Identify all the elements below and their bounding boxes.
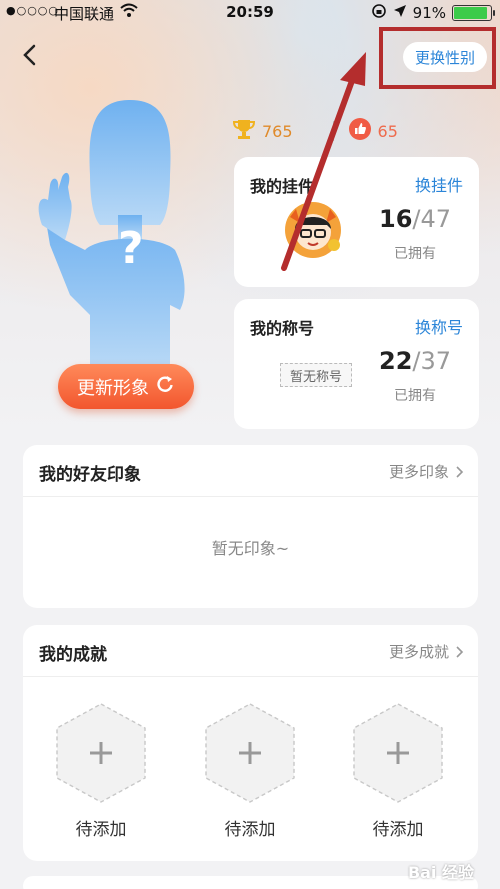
back-button[interactable] — [18, 40, 42, 70]
more-achievements-link[interactable]: 更多成就 — [389, 641, 464, 662]
achievements-card: 我的成就 更多成就 待添加 待添加 待添加 — [23, 625, 478, 861]
achievement-slot-1-label: 待添加 — [75, 820, 127, 840]
add-hexagon-icon — [56, 703, 146, 803]
title-card: 我的称号 换称号 暂无称号 22/37 已拥有 — [234, 299, 479, 429]
stats-divider — [332, 121, 334, 141]
more-achievements-label: 更多成就 — [388, 643, 449, 661]
pendant-avatar[interactable] — [282, 199, 344, 261]
battery-percent: 91% — [412, 4, 446, 22]
refresh-icon — [155, 374, 175, 399]
title-total: /37 — [412, 347, 452, 375]
chevron-right-icon — [456, 645, 464, 658]
impressions-empty-text: 暂无印象~ — [211, 539, 290, 558]
trophy-count: 765 — [262, 121, 293, 141]
achievement-slot-3-label: 待添加 — [372, 820, 424, 840]
no-title-placeholder: 暂无称号 — [280, 363, 352, 387]
impressions-title: 我的好友印象 — [39, 465, 141, 485]
more-impressions-link[interactable]: 更多印象 — [389, 461, 464, 482]
annotation-highlight-box — [379, 27, 496, 89]
achievements-title: 我的成就 — [39, 645, 107, 665]
chevron-right-icon — [456, 465, 464, 478]
pendant-total: /47 — [412, 205, 452, 233]
thumbs-up-icon — [348, 117, 372, 145]
achievement-slot-3[interactable] — [350, 701, 446, 805]
chevron-left-icon — [23, 44, 36, 66]
watermark: Bai 经验 — [407, 863, 474, 882]
title-card-title: 我的称号 — [250, 319, 315, 338]
profile-stats: 765 65 — [232, 116, 398, 146]
pendant-card-title: 我的挂件 — [250, 177, 315, 196]
trophy-icon — [232, 117, 256, 145]
unknown-avatar-question-mark: ? — [118, 223, 144, 274]
achievement-slot-2[interactable] — [202, 701, 298, 805]
battery-icon — [452, 5, 495, 21]
orientation-lock-icon — [371, 3, 387, 23]
likes-count: 65 — [377, 121, 398, 141]
update-avatar-label: 更新形象 — [77, 377, 149, 399]
title-owned-label: 已拥有 — [394, 388, 436, 404]
pendant-count: 16/47 — [379, 205, 451, 233]
pendant-owned-label: 已拥有 — [394, 246, 436, 262]
title-count: 22/37 — [379, 347, 451, 375]
pendant-owned: 16 — [379, 205, 413, 233]
achievements-header: 我的成就 更多成就 — [23, 625, 478, 677]
title-owned: 22 — [379, 347, 413, 375]
update-avatar-button[interactable]: 更新形象 — [58, 364, 194, 409]
achievement-slot-1[interactable] — [53, 701, 149, 805]
add-hexagon-icon — [353, 703, 443, 803]
location-arrow-icon — [393, 4, 407, 22]
impressions-header: 我的好友印象 更多印象 — [23, 445, 478, 497]
status-bar: ●○○○○ 中国联通 20:59 91% — [0, 0, 500, 26]
status-right: 91% — [371, 3, 495, 23]
change-pendant-link[interactable]: 换挂件 — [415, 172, 463, 196]
change-title-link[interactable]: 换称号 — [415, 314, 463, 338]
add-hexagon-icon — [205, 703, 295, 803]
avatar-silhouette[interactable]: ? — [30, 95, 230, 370]
pendant-card: 我的挂件 换挂件 16/47 已拥有 — [234, 157, 479, 287]
more-impressions-label: 更多印象 — [388, 463, 449, 481]
achievement-slot-2-label: 待添加 — [224, 820, 276, 840]
friend-impressions-card: 我的好友印象 更多印象 暂无印象~ — [23, 445, 478, 608]
